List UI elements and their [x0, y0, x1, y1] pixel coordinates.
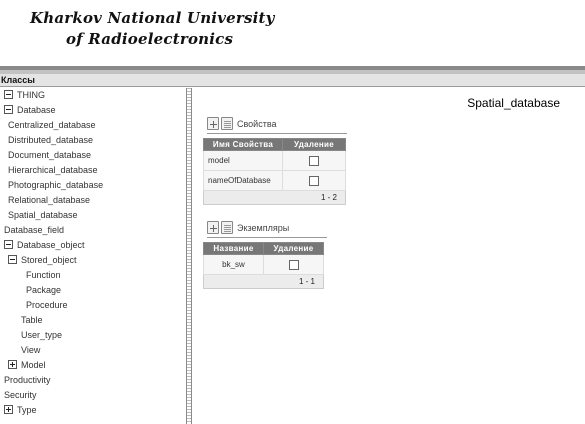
properties-divider [207, 133, 347, 134]
tree-item-package[interactable]: Package [26, 283, 61, 297]
tree-item-model[interactable]: Model [8, 358, 46, 372]
tree-item-label: Type [17, 405, 37, 415]
tree-item-productivity[interactable]: Productivity [4, 373, 51, 387]
logo-line-2: of Radioelectronics [66, 30, 234, 48]
pager-text: 1 - 2 [203, 190, 346, 205]
main-panel: Spatial_database Свойства Имя Свойства У… [193, 88, 585, 424]
tree-item-label: Database [17, 105, 56, 115]
tree-item-security[interactable]: Security [4, 388, 37, 402]
column-header-name[interactable]: Название [203, 242, 264, 255]
table-row: nameOfDatabase [203, 170, 346, 191]
collapse-icon[interactable] [4, 105, 13, 114]
collapse-icon[interactable] [4, 240, 13, 249]
tree-item-label: Model [21, 360, 46, 370]
properties-section-header: Свойства [207, 116, 277, 132]
classes-bar: Классы [0, 74, 585, 87]
header: Kharkov National University of Radioelec… [0, 0, 585, 66]
tree-item-label: THING [17, 90, 45, 100]
property-name-cell[interactable]: model [203, 150, 283, 171]
panel-splitter[interactable] [186, 88, 192, 424]
tree-item-user-type[interactable]: User_type [21, 328, 62, 342]
column-header-property-name[interactable]: Имя Свойства [203, 138, 283, 151]
instances-heading: Экземпляры [237, 223, 290, 233]
tree-item-document-database[interactable]: Document_database [8, 148, 91, 162]
collapse-icon[interactable] [8, 255, 17, 264]
table-row: model [203, 150, 346, 171]
tree-item-view[interactable]: View [21, 343, 40, 357]
tree-item-thing[interactable]: THING [4, 88, 45, 102]
tree-item-label: Stored_object [21, 255, 77, 265]
tree-item-hierarchical-database[interactable]: Hierarchical_database [8, 163, 98, 177]
table-header-row: Имя Свойства Удаление [203, 138, 346, 151]
tree-item-stored-object[interactable]: Stored_object [8, 253, 77, 267]
tree-item-procedure[interactable]: Procedure [26, 298, 68, 312]
logo-line-1: Kharkov National University [30, 9, 275, 27]
table-row: bk_sw [203, 254, 324, 275]
tree-item-centralized-database[interactable]: Centralized_database [8, 118, 96, 132]
instances-table: Название Удаление bk_sw 1 - 1 [203, 242, 324, 289]
add-instance-icon[interactable] [207, 221, 219, 234]
column-header-delete[interactable]: Удаление [282, 138, 346, 151]
instance-list-icon[interactable] [221, 221, 233, 234]
instances-section-header: Экземпляры [207, 220, 289, 236]
pager-text: 1 - 1 [203, 274, 324, 289]
tree-item-label: Database_object [17, 240, 85, 250]
add-property-icon[interactable] [207, 117, 219, 130]
tree-item-type[interactable]: Type [4, 403, 37, 417]
tree-item-relational-database[interactable]: Relational_database [8, 193, 90, 207]
table-header-row: Название Удаление [203, 242, 324, 255]
tree-item-function[interactable]: Function [26, 268, 61, 282]
tree-item-photographic-database[interactable]: Photographic_database [8, 178, 103, 192]
tree-item-database-field[interactable]: Database_field [4, 223, 64, 237]
pager-row: 1 - 2 [203, 190, 346, 205]
tree-item-database[interactable]: Database [4, 103, 56, 117]
collapse-icon[interactable] [4, 90, 13, 99]
property-list-icon[interactable] [221, 117, 233, 130]
properties-table: Имя Свойства Удаление model nameOfDataba… [203, 138, 346, 205]
column-header-delete[interactable]: Удаление [263, 242, 324, 255]
tree-item-database-object[interactable]: Database_object [4, 238, 85, 252]
delete-cell [282, 170, 346, 191]
tree-item-spatial-database[interactable]: Spatial_database [8, 208, 78, 222]
delete-checkbox[interactable] [288, 259, 299, 270]
tree-item-distributed-database[interactable]: Distributed_database [8, 133, 93, 147]
tree-item-table[interactable]: Table [21, 313, 43, 327]
instances-divider [207, 237, 327, 238]
delete-cell [282, 150, 346, 171]
expand-icon[interactable] [4, 405, 13, 414]
properties-heading: Свойства [237, 119, 277, 129]
delete-checkbox[interactable] [309, 175, 319, 186]
expand-icon[interactable] [8, 360, 17, 369]
delete-checkbox[interactable] [309, 155, 319, 166]
page-title: Spatial_database [467, 96, 560, 110]
delete-cell [263, 254, 324, 275]
pager-row: 1 - 1 [203, 274, 324, 289]
class-tree: THING Database Centralized_database Dist… [0, 88, 186, 424]
instance-name-cell[interactable]: bk_sw [203, 254, 264, 275]
property-name-cell[interactable]: nameOfDatabase [203, 170, 283, 191]
